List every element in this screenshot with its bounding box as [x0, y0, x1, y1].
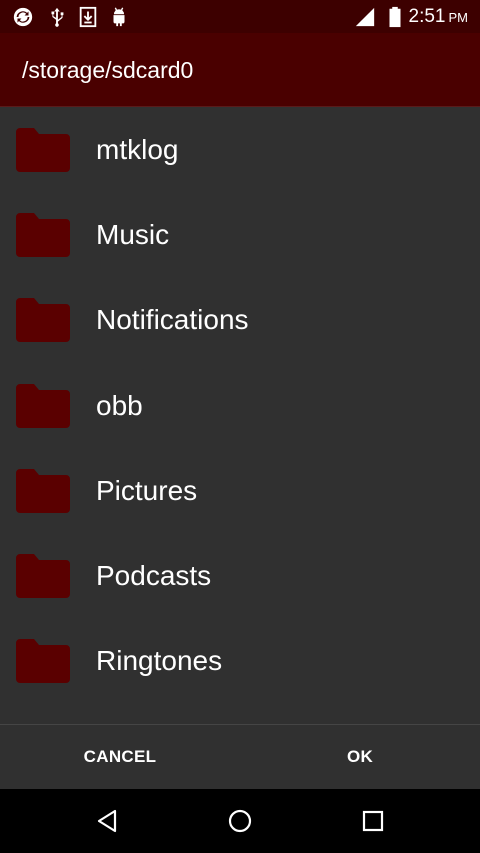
back-icon[interactable]	[93, 807, 121, 835]
status-bar: 2:51 PM	[0, 0, 480, 33]
sync-icon	[13, 7, 33, 27]
folder-row-notifications[interactable]: Notifications	[0, 278, 480, 363]
clock-ampm: PM	[448, 10, 469, 25]
folder-row-mtklog[interactable]: mtklog	[0, 107, 480, 192]
folder-name: Pictures	[96, 474, 198, 506]
clock-time: 2:51	[408, 6, 446, 27]
folder-icon	[16, 127, 70, 172]
folder-name: Podcasts	[96, 560, 212, 592]
folder-icon	[16, 298, 70, 343]
folder-row-podcasts[interactable]: Podcasts	[0, 533, 480, 618]
current-path-title: /storage/sdcard0	[22, 57, 194, 83]
folder-name: obb	[96, 389, 143, 421]
folder-icon	[16, 554, 70, 599]
signal-icon	[355, 7, 375, 27]
app-bar: /storage/sdcard0	[0, 33, 480, 107]
folder-name: mtklog	[96, 133, 179, 165]
nav-bar	[0, 789, 480, 853]
folder-row-pictures[interactable]: Pictures	[0, 448, 480, 533]
folder-name: Ringtones	[96, 645, 223, 677]
usb-icon	[51, 7, 64, 27]
folder-name: Notifications	[96, 304, 249, 336]
ok-button[interactable]: OK	[240, 725, 480, 789]
folder-icon	[16, 639, 70, 684]
folder-name: Music	[96, 218, 170, 250]
folder-list[interactable]: mtklog Music Notifications obb Pictures …	[0, 107, 480, 724]
folder-row-music[interactable]: Music	[0, 192, 480, 277]
android-debug-icon	[113, 7, 125, 27]
folder-row-ringtones[interactable]: Ringtones	[0, 619, 480, 704]
folder-icon	[16, 212, 70, 257]
download-icon	[79, 6, 97, 28]
battery-icon	[389, 6, 401, 28]
home-icon[interactable]	[226, 807, 254, 835]
recents-icon[interactable]	[359, 807, 387, 835]
folder-icon	[16, 383, 70, 428]
folder-row-obb[interactable]: obb	[0, 363, 480, 448]
folder-icon	[16, 468, 70, 513]
clock: 2:51 PM	[409, 6, 468, 29]
dialog-footer: CANCEL OK	[0, 724, 480, 789]
cancel-button[interactable]: CANCEL	[0, 725, 240, 789]
